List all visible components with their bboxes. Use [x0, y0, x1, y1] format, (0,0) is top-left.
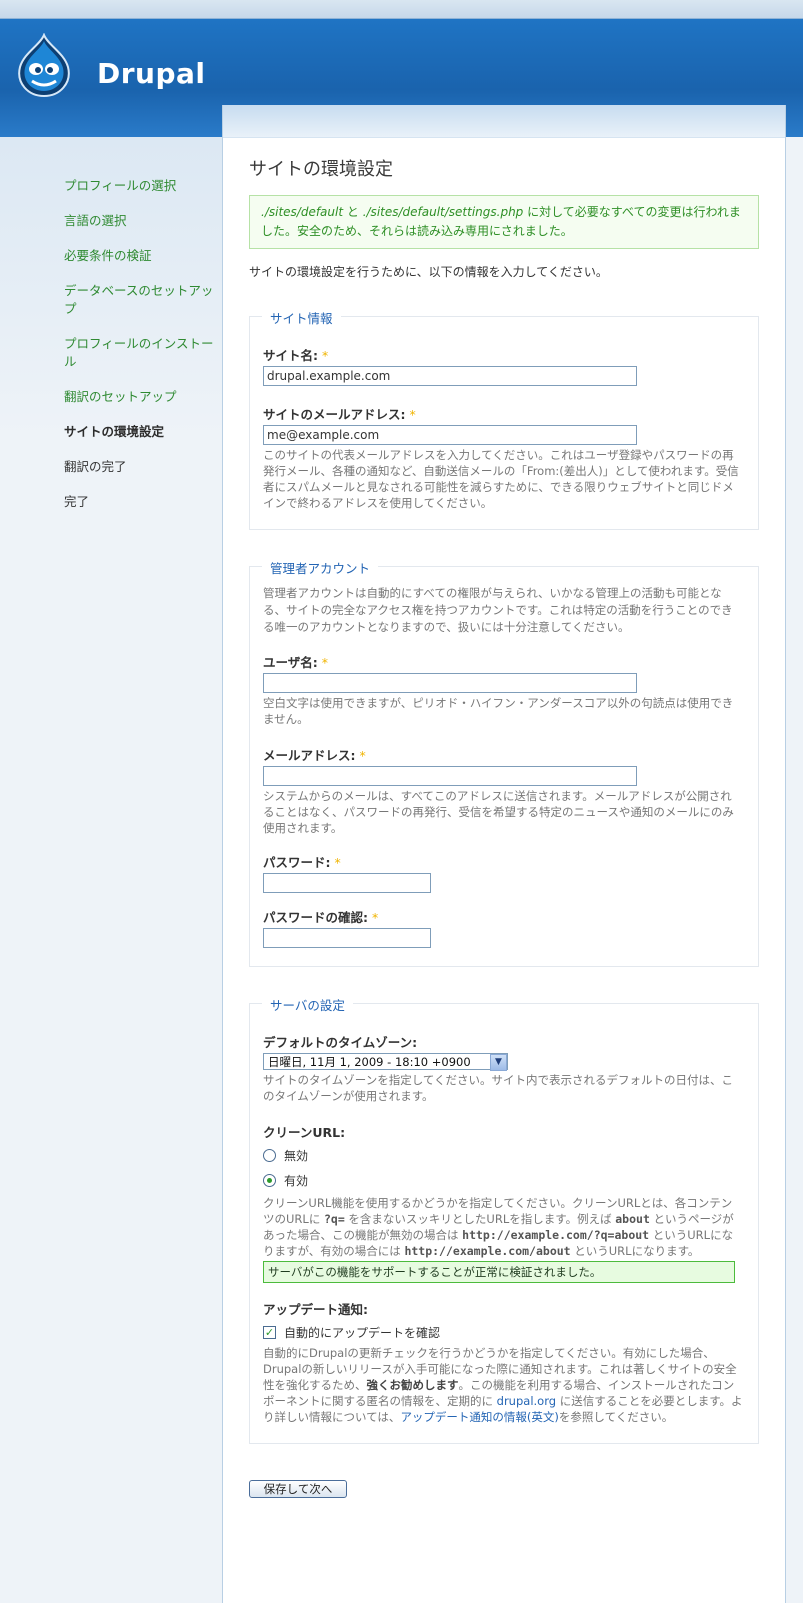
admin-description: 管理者アカウントは自動的にすべての権限が与えられ、いかなる管理上の活動も可能とな…: [263, 586, 733, 634]
site-mail-description: このサイトの代表メールアドレスを入力してください。これはユーザ登録やパスワードの…: [263, 448, 739, 510]
path-1: ./sites/default: [261, 205, 344, 219]
site-mail-input[interactable]: [263, 425, 637, 445]
clean-url-on-option[interactable]: 有効: [263, 1172, 745, 1189]
update-check-option[interactable]: ✓ 自動的にアップデートを確認: [263, 1324, 745, 1341]
mail-label: メールアドレス: *: [263, 748, 366, 763]
required-mark: *: [322, 348, 329, 363]
task-item: データベースのセットアップ: [64, 283, 214, 316]
task-item: 言語の選択: [64, 213, 127, 228]
password-confirm-input[interactable]: [263, 928, 431, 948]
required-mark: *: [409, 407, 416, 422]
top-strip: [0, 0, 803, 19]
fieldset-site-info: サイト情報 サイト名:* サイトのメールアドレス:* このサイトの代表メールアド…: [249, 308, 759, 530]
drupal-org-link[interactable]: drupal.org: [497, 1394, 556, 1408]
update-description: 自動的にDrupalの更新チェックを行うかどうかを指定してください。有効にした場…: [263, 1346, 743, 1424]
status-message: ./sites/default と ./sites/default/settin…: [249, 195, 759, 249]
task-item: 翻訳のセットアップ: [64, 389, 177, 404]
username-input[interactable]: [263, 673, 637, 693]
timezone-label: デフォルトのタイムゾーン:: [263, 1035, 418, 1050]
site-mail-label: サイトのメールアドレス: *: [263, 407, 416, 422]
site-name-label: サイト名: *: [263, 348, 329, 363]
password-label: パスワード: *: [263, 855, 341, 870]
mail-input[interactable]: [263, 766, 637, 786]
intro-text: サイトの環境設定を行うために、以下の情報を入力してください。: [249, 265, 608, 279]
drupal-drop-icon[interactable]: [14, 33, 74, 99]
fieldset-admin-account: 管理者アカウント 管理者アカウントは自動的にすべての権限が与えられ、いかなる管理…: [249, 558, 759, 967]
task-item: 翻訳の完了: [64, 459, 127, 474]
task-item: 必要条件の検証: [64, 248, 152, 263]
radio-on[interactable]: [263, 1174, 276, 1187]
fieldset-server-settings: サーバの設定 デフォルトのタイムゾーン: 日曜日, 11月 1, 2009 - …: [249, 995, 759, 1444]
timezone-description: サイトのタイムゾーンを指定してください。サイト内で表示されるデフォルトの日付は、…: [263, 1073, 733, 1103]
legend-admin-account: 管理者アカウント: [262, 558, 379, 577]
sidebar: プロフィールの選択 言語の選択 必要条件の検証 データベースのセットアップ プロ…: [0, 137, 222, 1603]
update-status-label: アップデート通知:: [263, 1302, 368, 1317]
page-title: サイトの環境設定: [249, 159, 393, 180]
content-top-band: [223, 105, 785, 138]
required-mark: *: [321, 655, 328, 670]
task-item: プロフィールのインストール: [64, 336, 214, 369]
clean-url-ok-message: サーバがこの機能をサポートすることが正常に検証されました。: [263, 1261, 735, 1283]
required-mark: *: [334, 855, 341, 870]
legend-site-info: サイト情報: [262, 308, 341, 327]
task-item-active: サイトの環境設定: [64, 424, 165, 439]
clean-url-label: クリーンURL:: [263, 1125, 346, 1140]
timezone-select[interactable]: 日曜日, 11月 1, 2009 - 18:10 +0900 ▼: [263, 1053, 508, 1071]
required-mark: *: [372, 910, 379, 925]
mail-description: システムからのメールは、すべてこのアドレスに送信されます。メールアドレスが公開さ…: [263, 789, 734, 835]
username-description: 空白文字は使用できますが、ピリオド・ハイフン・アンダースコア以外の句読点は使用で…: [263, 696, 734, 726]
main-content: サイトの環境設定 ./sites/default と ./sites/defau…: [222, 105, 786, 1603]
legend-server-settings: サーバの設定: [262, 995, 353, 1014]
radio-off[interactable]: [263, 1149, 276, 1162]
save-and-continue-button[interactable]: 保存して次へ: [249, 1480, 347, 1498]
username-label: ユーザ名: *: [263, 655, 328, 670]
timezone-value: 日曜日, 11月 1, 2009 - 18:10 +0900: [268, 1055, 471, 1069]
clean-url-description: クリーンURL機能を使用するかどうかを指定してください。クリーンURLとは、各コ…: [263, 1196, 734, 1258]
site-name-input[interactable]: [263, 366, 637, 386]
password-confirm-label: パスワードの確認: *: [263, 910, 379, 925]
task-item: プロフィールの選択: [64, 178, 177, 193]
install-task-list: プロフィールの選択 言語の選択 必要条件の検証 データベースのセットアップ プロ…: [64, 177, 214, 528]
path-2: ./sites/default/settings.php: [362, 205, 524, 219]
task-item: 完了: [64, 494, 90, 509]
chevron-down-icon[interactable]: ▼: [490, 1054, 507, 1071]
password-input[interactable]: [263, 873, 431, 893]
clean-url-off-option[interactable]: 無効: [263, 1147, 745, 1164]
required-mark: *: [359, 748, 366, 763]
site-name[interactable]: Drupal: [97, 57, 206, 90]
update-info-link[interactable]: アップデート通知の情報(英文): [400, 1410, 558, 1424]
checkbox-checked-icon[interactable]: ✓: [263, 1326, 276, 1339]
